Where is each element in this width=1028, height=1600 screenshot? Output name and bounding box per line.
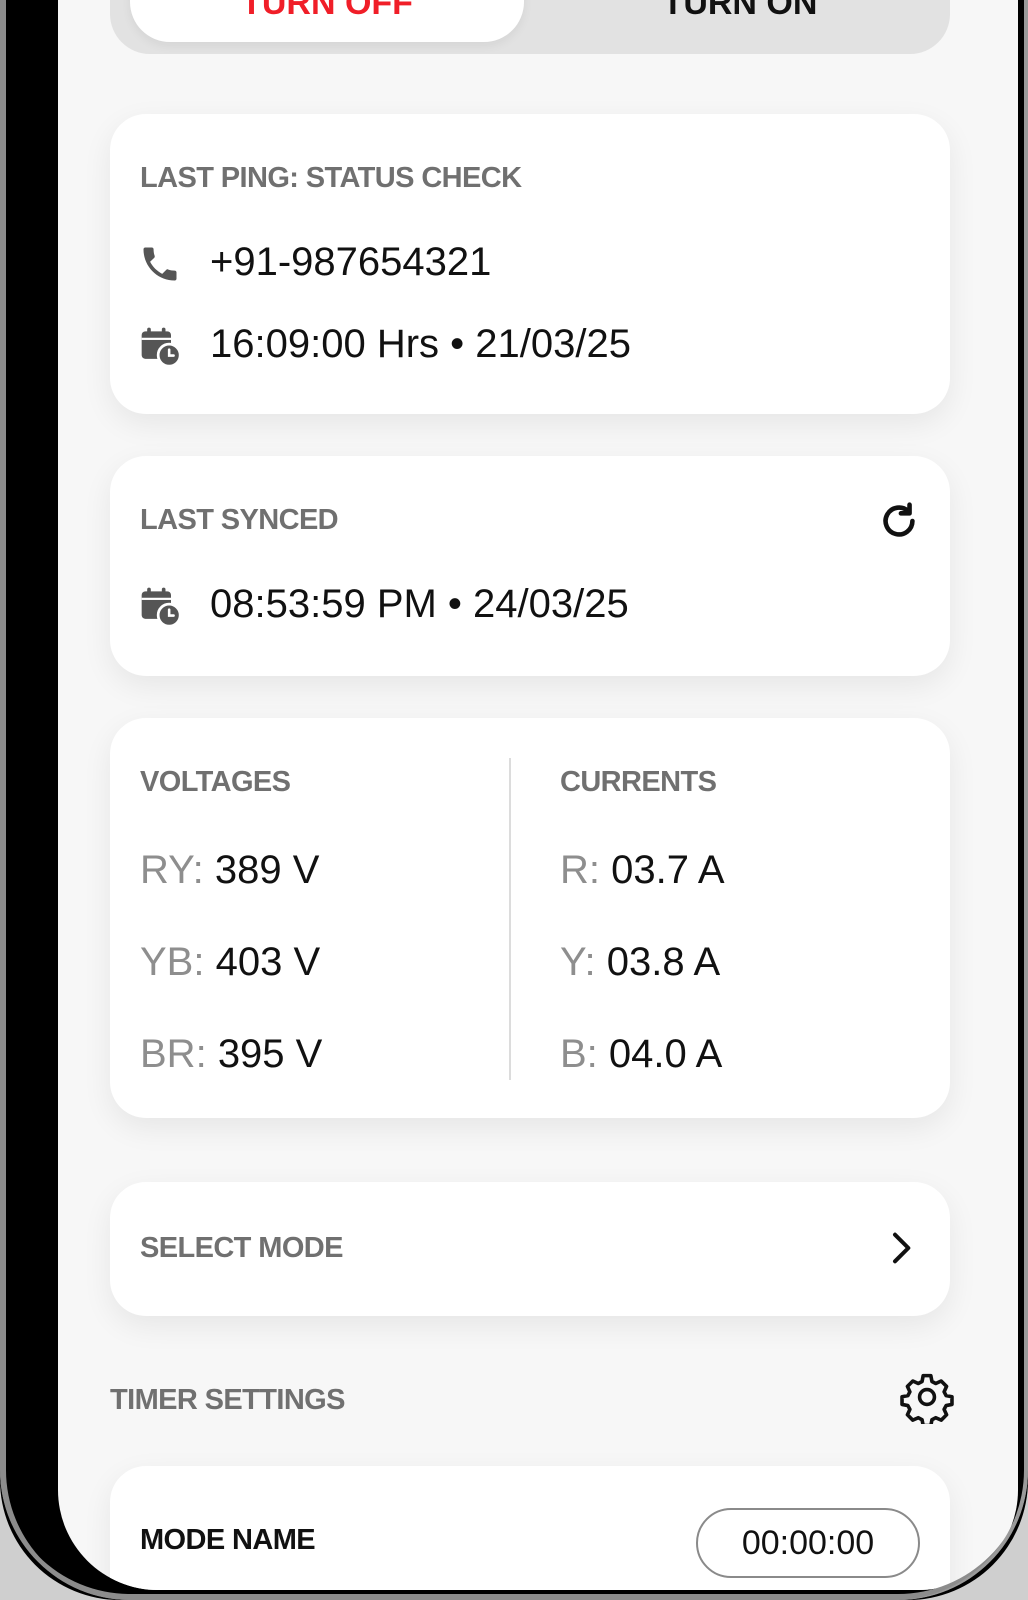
timer-value-field[interactable]: 00:00:00 bbox=[696, 1508, 920, 1578]
turn-on-label: TURN ON bbox=[662, 0, 818, 22]
select-mode-row[interactable]: SELECT MODE bbox=[110, 1182, 950, 1316]
voltage-label: BR: bbox=[140, 1032, 207, 1076]
voltage-row: BR: 395 V bbox=[140, 1032, 322, 1077]
refresh-icon[interactable] bbox=[876, 498, 922, 544]
side-button-lower bbox=[0, 260, 6, 420]
readings-card: VOLTAGES RY: 389 V YB: 403 V BR: 395 V C… bbox=[110, 718, 950, 1118]
timer-settings-title: TIMER SETTINGS bbox=[110, 1384, 345, 1416]
current-value: 03.7 A bbox=[611, 848, 725, 892]
last-synced-title: LAST SYNCED bbox=[140, 504, 339, 536]
synced-datetime: 08:53:59 PM • 24/03/25 bbox=[210, 582, 629, 626]
chevron-right-icon bbox=[893, 1232, 911, 1264]
voltage-value: 389 V bbox=[214, 848, 320, 892]
mode-name: MODE NAME bbox=[140, 1524, 316, 1556]
ping-phone-number: +91-987654321 bbox=[210, 240, 492, 284]
last-ping-title: LAST PING: STATUS CHECK bbox=[140, 162, 522, 194]
voltage-row: RY: 389 V bbox=[140, 848, 319, 893]
voltages-title: VOLTAGES bbox=[140, 766, 291, 798]
voltage-value: 395 V bbox=[217, 1032, 323, 1076]
side-button-upper bbox=[0, 60, 6, 210]
select-mode-label: SELECT MODE bbox=[140, 1232, 343, 1264]
current-row: R: 03.7 A bbox=[560, 848, 725, 893]
turn-on-button[interactable]: TURN ON bbox=[530, 0, 950, 42]
voltage-row: YB: 403 V bbox=[140, 940, 320, 985]
voltage-label: YB: bbox=[140, 940, 205, 984]
app-screen: TURN OFF TURN ON LAST PING: STATUS CHECK… bbox=[58, 0, 1018, 1590]
current-value: 03.8 A bbox=[606, 940, 721, 984]
readings-divider bbox=[509, 758, 511, 1080]
voltage-label: RY: bbox=[140, 848, 204, 892]
current-label: B: bbox=[560, 1032, 598, 1076]
power-toggle: TURN OFF TURN ON bbox=[110, 0, 950, 54]
gear-icon[interactable] bbox=[900, 1370, 954, 1424]
turn-off-button[interactable]: TURN OFF bbox=[130, 0, 524, 42]
ping-datetime: 16:09:00 Hrs • 21/03/25 bbox=[210, 322, 631, 366]
current-label: R: bbox=[560, 848, 600, 892]
calendar-clock-icon bbox=[141, 327, 182, 368]
last-synced-card: LAST SYNCED 08:53:59 PM • 24/03/25 bbox=[110, 456, 950, 676]
current-row: Y: 03.8 A bbox=[560, 940, 720, 985]
voltage-value: 403 V bbox=[215, 940, 321, 984]
mode-card: MODE NAME 00:00:00 bbox=[110, 1466, 950, 1590]
last-ping-card: LAST PING: STATUS CHECK +91-987654321 16… bbox=[110, 114, 950, 414]
calendar-clock-icon bbox=[141, 587, 182, 628]
currents-title: CURRENTS bbox=[560, 766, 717, 798]
phone-icon bbox=[143, 247, 177, 281]
current-label: Y: bbox=[560, 940, 596, 984]
turn-off-label: TURN OFF bbox=[241, 0, 413, 22]
current-value: 04.0 A bbox=[608, 1032, 723, 1076]
current-row: B: 04.0 A bbox=[560, 1032, 722, 1077]
